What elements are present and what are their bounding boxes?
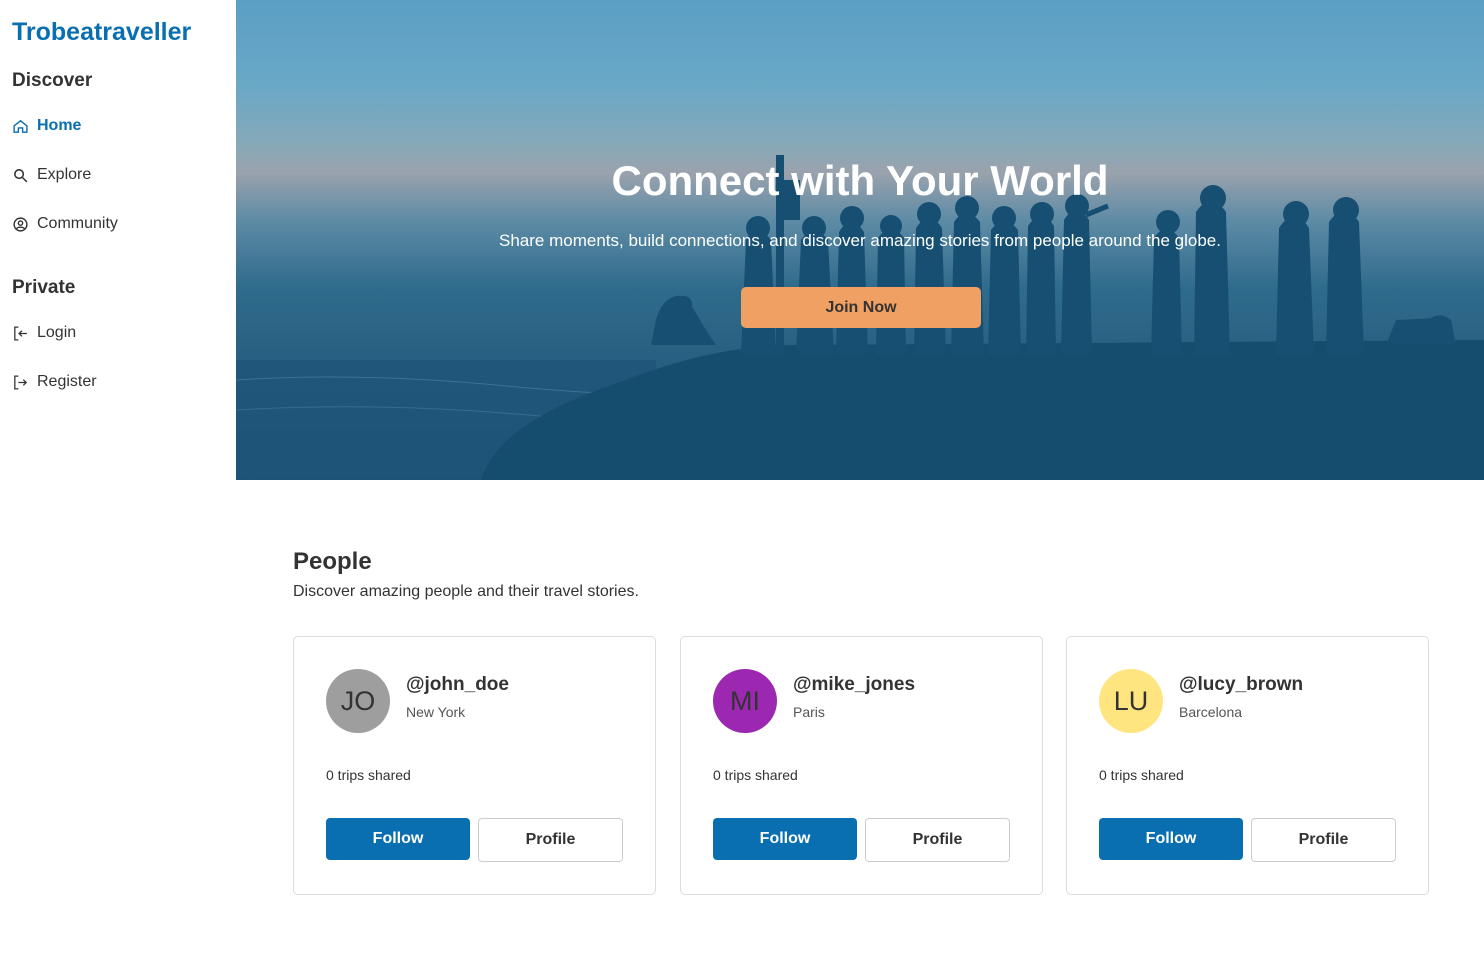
sidebar-item-home[interactable]: Home xyxy=(12,111,81,141)
username[interactable]: @john_doe xyxy=(406,674,509,696)
community-icon xyxy=(13,216,28,232)
home-icon xyxy=(13,119,28,133)
avatar[interactable]: LU xyxy=(1099,669,1163,733)
people-section-subtitle: Discover amazing people and their travel… xyxy=(293,583,639,600)
sidebar-item-label: Explore xyxy=(37,166,92,183)
follow-button[interactable]: Follow xyxy=(713,818,857,860)
person-card: LU @lucy_brown Barcelona 0 trips shared … xyxy=(1066,636,1429,895)
person-card: MI @mike_jones Paris 0 trips shared Foll… xyxy=(680,636,1043,895)
follow-button[interactable]: Follow xyxy=(1099,818,1243,860)
trips-count: 0 trips shared xyxy=(713,767,798,783)
username[interactable]: @mike_jones xyxy=(793,674,915,696)
avatar[interactable]: JO xyxy=(326,669,390,733)
trips-count: 0 trips shared xyxy=(1099,767,1184,783)
sidebar: Trobeatraveller Discover Home Explore Co… xyxy=(0,0,236,955)
brand-logo[interactable]: Trobeatraveller xyxy=(12,18,191,47)
hero-title: Connect with Your World xyxy=(611,157,1109,204)
join-now-button[interactable]: Join Now xyxy=(741,287,981,328)
sidebar-item-label: Community xyxy=(37,215,118,232)
register-icon xyxy=(14,374,28,390)
people-section-title: People xyxy=(293,548,372,575)
profile-button[interactable]: Profile xyxy=(478,818,623,862)
hero-subtitle: Share moments, build connections, and di… xyxy=(499,231,1221,250)
section-title-private: Private xyxy=(12,277,76,298)
avatar[interactable]: MI xyxy=(713,669,777,733)
location: Paris xyxy=(793,704,825,720)
trips-count: 0 trips shared xyxy=(326,767,411,783)
sidebar-item-community[interactable]: Community xyxy=(12,209,118,239)
follow-button[interactable]: Follow xyxy=(326,818,470,860)
hero-banner: Connect with Your World Share moments, b… xyxy=(236,0,1484,480)
sidebar-item-login[interactable]: Login xyxy=(12,318,76,348)
sidebar-item-label: Login xyxy=(37,324,77,341)
sidebar-item-register[interactable]: Register xyxy=(12,367,97,397)
location: Barcelona xyxy=(1179,704,1243,720)
section-title-discover: Discover xyxy=(12,70,93,91)
login-icon xyxy=(14,325,27,341)
location: New York xyxy=(406,704,466,720)
profile-button[interactable]: Profile xyxy=(1251,818,1396,862)
sidebar-item-label: Home xyxy=(37,117,82,134)
sidebar-item-label: Register xyxy=(37,373,97,390)
profile-button[interactable]: Profile xyxy=(865,818,1010,862)
person-card: JO @john_doe New York 0 trips shared Fol… xyxy=(293,636,656,895)
search-icon xyxy=(14,168,28,182)
username[interactable]: @lucy_brown xyxy=(1179,674,1303,696)
sidebar-item-explore[interactable]: Explore xyxy=(12,160,91,190)
